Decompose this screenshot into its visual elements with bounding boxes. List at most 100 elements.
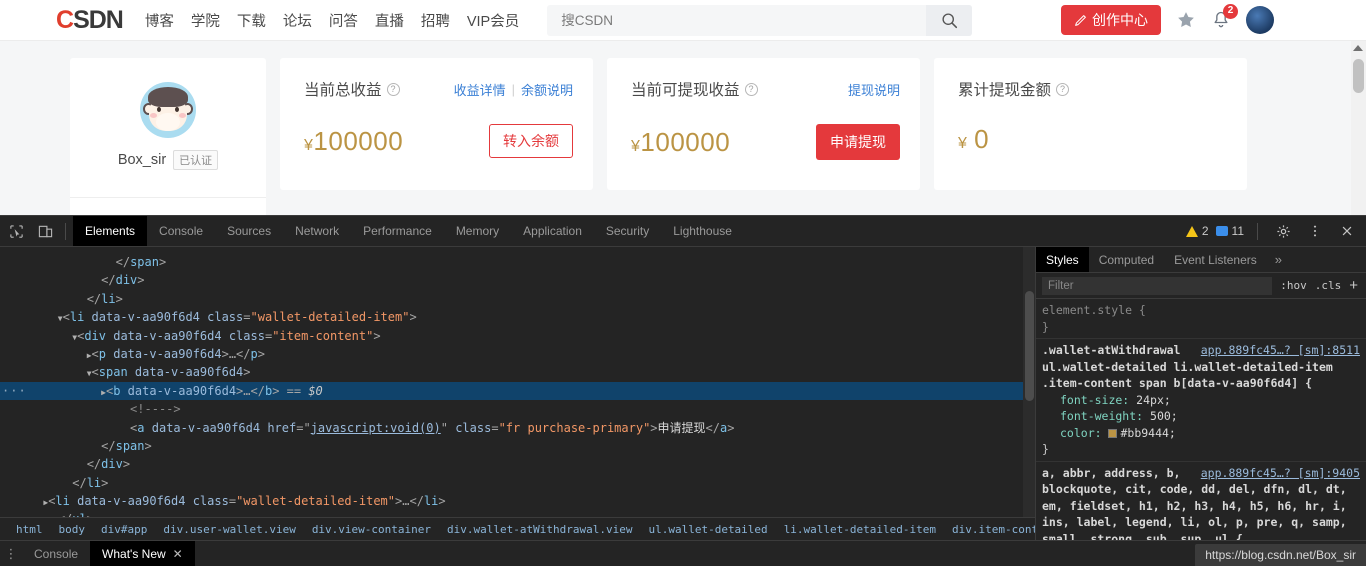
- tab-network[interactable]: Network: [283, 216, 351, 246]
- nav-item-vip[interactable]: VIP会员: [467, 10, 519, 31]
- dom-token: class: [185, 494, 229, 509]
- question-icon[interactable]: ?: [1056, 82, 1070, 96]
- nav-item-qa[interactable]: 问答: [329, 10, 358, 31]
- tab-computed[interactable]: Computed: [1089, 247, 1164, 272]
- dom-node-line[interactable]: </span>: [0, 437, 1035, 455]
- css-selector[interactable]: element.style {: [1042, 302, 1366, 319]
- dom-node-line[interactable]: ▼<span data-v-aa90f6d4>: [0, 363, 1035, 381]
- search-input[interactable]: [547, 4, 927, 36]
- question-icon[interactable]: ?: [386, 82, 400, 96]
- css-declaration[interactable]: color: #bb9444;: [1042, 425, 1366, 442]
- chevron-double-right-icon[interactable]: »: [1267, 252, 1290, 267]
- dom-node-line[interactable]: </span>: [0, 253, 1035, 271]
- kebab-menu-icon[interactable]: ⋮: [0, 546, 22, 562]
- breadcrumb-item[interactable]: body: [51, 523, 94, 536]
- tab-styles[interactable]: Styles: [1036, 247, 1089, 272]
- withdraw-explain-link[interactable]: 提现说明: [848, 80, 900, 99]
- transfer-to-balance-button[interactable]: 转入余额: [489, 124, 573, 158]
- breadcrumb-item[interactable]: div.user-wallet.view: [155, 523, 303, 536]
- nav-item-jobs[interactable]: 招聘: [421, 10, 450, 31]
- sidebar-item-my-wallet[interactable]: 我的钱包: [70, 198, 266, 215]
- dom-tree[interactable]: </span> </div> </li> ▼<li data-v-aa90f6d…: [0, 247, 1035, 529]
- nav-item-live[interactable]: 直播: [375, 10, 404, 31]
- apply-withdraw-button[interactable]: 申请提现: [816, 124, 900, 160]
- breadcrumb-item[interactable]: div.item-content: [944, 523, 1035, 536]
- tab-security[interactable]: Security: [594, 216, 661, 246]
- dom-token: >: [438, 494, 446, 509]
- warnings-indicator[interactable]: 2: [1185, 224, 1209, 238]
- css-rule[interactable]: app.889fc45…? [sm]:8511 .wallet-atWithdra…: [1036, 339, 1366, 462]
- messages-indicator[interactable]: 11: [1215, 224, 1244, 238]
- dom-node-line[interactable]: </li>: [0, 290, 1035, 308]
- logo-c: C: [56, 5, 74, 34]
- close-icon[interactable]: ✕: [173, 547, 183, 561]
- dom-token: >…</: [236, 383, 265, 398]
- css-declaration[interactable]: font-weight: 500;: [1042, 408, 1366, 425]
- balance-explain-link[interactable]: 余额说明: [521, 80, 573, 99]
- breadcrumb-item[interactable]: li.wallet-detailed-item: [776, 523, 944, 536]
- hov-toggle[interactable]: :hov: [1280, 279, 1307, 292]
- scroll-up-arrow-icon[interactable]: [1353, 45, 1363, 51]
- close-icon[interactable]: [1334, 218, 1360, 244]
- search-button[interactable]: [926, 4, 973, 36]
- inspect-element-icon[interactable]: [3, 218, 29, 244]
- styles-filter-input[interactable]: [1042, 276, 1273, 295]
- tab-lighthouse[interactable]: Lighthouse: [661, 216, 744, 246]
- tab-elements[interactable]: Elements: [73, 216, 148, 246]
- star-icon[interactable]: [1176, 10, 1196, 30]
- css-declaration[interactable]: font-size: 24px;: [1042, 392, 1366, 409]
- drawer-tab-console[interactable]: Console: [22, 541, 90, 566]
- dom-token: "fr purchase-primary": [498, 420, 651, 435]
- page-scrollbar[interactable]: [1351, 41, 1366, 215]
- device-toolbar-icon[interactable]: [32, 218, 58, 244]
- breadcrumb-item[interactable]: div.view-container: [304, 523, 439, 536]
- user-avatar[interactable]: [1246, 6, 1274, 34]
- gear-icon[interactable]: [1270, 218, 1296, 244]
- dom-node-line[interactable]: <a data-v-aa90f6d4 href="javascript:void…: [0, 419, 1035, 437]
- nav-item-download[interactable]: 下载: [237, 10, 266, 31]
- page-scrollbar-thumb[interactable]: [1353, 59, 1364, 93]
- dom-node-line[interactable]: ··· ▶<b data-v-aa90f6d4>…</b> == $0: [0, 381, 1035, 401]
- dom-node-line[interactable]: </div>: [0, 455, 1035, 473]
- create-center-button[interactable]: 创作中心: [1061, 5, 1161, 35]
- nav-item-blog[interactable]: 博客: [145, 10, 174, 31]
- dom-token: >: [243, 365, 251, 380]
- breadcrumb-item[interactable]: html: [8, 523, 51, 536]
- notifications-button[interactable]: 2: [1211, 4, 1238, 30]
- cls-toggle[interactable]: .cls: [1315, 279, 1342, 292]
- dom-node-line[interactable]: ▼<div data-v-aa90f6d4 class="item-conten…: [0, 327, 1035, 345]
- devtools-drawer: ⋮ Console What's New ✕: [0, 540, 1366, 566]
- tab-performance[interactable]: Performance: [351, 216, 444, 246]
- tab-memory[interactable]: Memory: [444, 216, 511, 246]
- color-swatch[interactable]: [1108, 428, 1118, 438]
- dom-scrollbar[interactable]: [1023, 247, 1035, 540]
- new-style-rule-button[interactable]: +: [1349, 277, 1360, 294]
- income-detail-link[interactable]: 收益详情: [454, 80, 506, 99]
- dom-node-line[interactable]: ▶<p data-v-aa90f6d4>…</p>: [0, 345, 1035, 363]
- dom-node-line[interactable]: ▶<li data-v-aa90f6d4 class="wallet-detai…: [0, 492, 1035, 510]
- tab-application[interactable]: Application: [511, 216, 594, 246]
- tab-console[interactable]: Console: [147, 216, 215, 246]
- dom-node-line[interactable]: <!---->: [0, 400, 1035, 418]
- csdn-logo[interactable]: C SDN: [56, 5, 124, 35]
- question-icon[interactable]: ?: [744, 82, 758, 96]
- nav-item-academy[interactable]: 学院: [191, 10, 220, 31]
- css-rule-source-link[interactable]: app.889fc45…? [sm]:9405: [1201, 465, 1366, 482]
- drawer-tab-whats-new[interactable]: What's New ✕: [90, 541, 195, 566]
- tab-event-listeners[interactable]: Event Listeners: [1164, 247, 1267, 272]
- dom-token: div: [115, 273, 138, 288]
- tab-sources[interactable]: Sources: [215, 216, 283, 246]
- nav-item-forum[interactable]: 论坛: [283, 10, 312, 31]
- css-rule[interactable]: app.889fc45…? [sm]:9405 a, abbr, address,…: [1036, 462, 1366, 541]
- breadcrumb-item[interactable]: ul.wallet-detailed: [640, 523, 775, 536]
- css-rule[interactable]: element.style {}: [1036, 299, 1366, 339]
- css-rule-source-link[interactable]: app.889fc45…? [sm]:8511: [1201, 342, 1366, 359]
- dom-node-line[interactable]: </li>: [0, 474, 1035, 492]
- dom-node-line[interactable]: </div>: [0, 271, 1035, 289]
- dom-scrollbar-thumb[interactable]: [1025, 291, 1034, 401]
- breadcrumb-item[interactable]: div.wallet-atWithdrawal.view: [439, 523, 640, 536]
- breadcrumb-item[interactable]: div#app: [93, 523, 155, 536]
- dom-token: p: [250, 346, 258, 361]
- kebab-menu-icon[interactable]: [1302, 218, 1328, 244]
- dom-node-line[interactable]: ▼<li data-v-aa90f6d4 class="wallet-detai…: [0, 308, 1035, 326]
